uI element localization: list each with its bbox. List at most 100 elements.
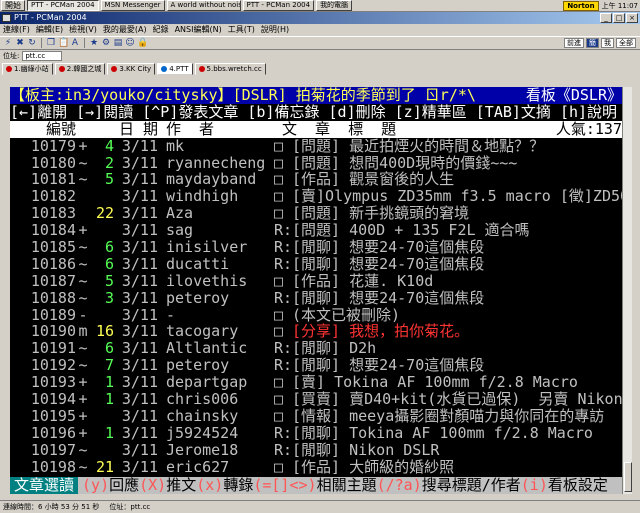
post-date: 3/11 xyxy=(121,458,158,476)
post-type: □ xyxy=(274,407,284,425)
post-row[interactable]: 10189-3/11- □ (本文已被刪除) xyxy=(10,307,622,324)
tab-4-ptt[interactable]: 4.PTT xyxy=(157,63,193,75)
post-mark: ~ xyxy=(78,458,88,476)
menu-connect[interactable]: 連線(F) xyxy=(3,24,30,36)
disconnect-icon[interactable]: ✖ xyxy=(15,38,25,48)
menu-ansi-edit[interactable]: ANSI編輯(N) xyxy=(175,24,222,36)
ime-simplified-button[interactable]: 簡 xyxy=(586,38,599,48)
board-name: 看板《DSLR》 xyxy=(525,87,622,104)
reconnect-icon[interactable]: ↻ xyxy=(27,38,37,48)
post-row[interactable]: 10184 +3/11 sag R: [問題] 400D + 135 F2L 適合嗎 xyxy=(10,222,622,239)
menu-favorites[interactable]: 我的最愛(A) xyxy=(103,24,147,36)
post-row[interactable]: 10192 ~7 3/11 peteroy R: [閒聊] 想要24-70這個焦段 xyxy=(10,357,622,374)
tab-2[interactable]: 2.韓國之城 xyxy=(54,63,106,75)
post-recommend-count: 2 xyxy=(104,154,114,172)
post-date: 3/11 xyxy=(121,289,158,307)
post-number: 10195 xyxy=(30,407,76,425)
tab-5[interactable]: 5.bbs.wretch.cc xyxy=(194,63,266,75)
tab-label: 3.KK City xyxy=(119,65,152,73)
minimize-button[interactable]: _ xyxy=(600,13,612,23)
post-author: chainsky xyxy=(166,407,239,425)
close-button[interactable]: × xyxy=(626,13,638,23)
post-list: 10179 +4 3/11 mk □ [問題] 最近拍煙火的時間＆地點？？ 10180 ~2 3… xyxy=(10,138,622,476)
ime-forward-button[interactable]: 前進 xyxy=(564,38,584,48)
ime-all-button[interactable]: 全部 xyxy=(616,38,636,48)
window-titlebar: PTT - PCMan 2004 _ □ × xyxy=(0,12,640,24)
favorites-icon[interactable]: ★ xyxy=(89,38,99,48)
menu-view[interactable]: 檢視(V) xyxy=(69,24,97,36)
maximize-button[interactable]: □ xyxy=(613,13,625,23)
post-row[interactable]: 10187 ~5 3/11 ilovethis □ [作品] 花蓮. K10d xyxy=(10,273,622,290)
post-mark: ~ xyxy=(78,340,88,358)
tab-3[interactable]: 3.KK City xyxy=(107,63,156,75)
key-search[interactable]: (/?a) xyxy=(377,477,422,494)
key-related[interactable]: (=[]<>) xyxy=(253,477,316,494)
address-input[interactable]: ptt.cc xyxy=(22,51,63,61)
post-row[interactable]: 10181 ~5 3/11 maydayband □ [作品] 觀景窗後的人生 xyxy=(10,171,622,188)
post-row[interactable]: 10180 ~2 3/11 ryannecheng □ [問題] 想問400D現時的價錢~… xyxy=(10,155,622,172)
post-recommend-count xyxy=(90,442,114,459)
copy-icon[interactable]: ❐ xyxy=(46,38,56,48)
post-number: 10198 xyxy=(30,458,76,476)
post-row[interactable]: 10194 +1 3/11 chris006 □ [買賣] 賣D40+kit(水貨已過保)… xyxy=(10,391,622,408)
menu-log[interactable]: 紀錄 xyxy=(153,24,169,36)
post-title: [作品] 花蓮. K10d xyxy=(292,272,434,290)
menu-tools[interactable]: 工具(T) xyxy=(228,24,255,36)
post-recommend-count: 5 xyxy=(104,272,114,290)
norton-badge[interactable]: Norton xyxy=(563,0,599,11)
post-row[interactable]: 10188 ~3 3/11 peteroy R: [閒聊] 想要24-70這個焦段 xyxy=(10,290,622,307)
post-row[interactable]: 10191 ~6 3/11 Altlantic R: [閒聊] D2h xyxy=(10,340,622,357)
app-icon xyxy=(2,14,11,22)
post-title: [閒聊] 想要24-70這個焦段 xyxy=(292,255,485,273)
post-row[interactable]: 10195 +3/11 chainsky □ [情報] meeya攝影圈對顏喵力與你同在… xyxy=(10,408,622,425)
post-recommend-count: 21 xyxy=(95,458,114,476)
font-icon[interactable]: A xyxy=(70,38,80,48)
post-author: chris006 xyxy=(166,391,239,408)
post-number: 10193 xyxy=(30,374,76,392)
paste-icon[interactable]: 📋 xyxy=(58,38,69,48)
post-type: □ xyxy=(274,391,284,408)
key-push[interactable]: (X) xyxy=(139,477,166,494)
post-type: □ xyxy=(274,306,284,324)
post-row[interactable]: 10179 +4 3/11 mk □ [問題] 最近拍煙火的時間＆地點？？ xyxy=(10,138,622,155)
taskbar-item-pcman-2[interactable]: PTT - PCMan 2004 xyxy=(242,0,315,11)
post-row[interactable]: 10185 ~6 3/11 inisilver R: [閒聊] 想要24-70這個焦段 xyxy=(10,239,622,256)
scrollbar-thumb[interactable] xyxy=(624,462,632,492)
post-row[interactable]: 10197 ~3/11 Jerome18 R: [閒聊] Nikon DSLR xyxy=(10,442,622,459)
tab-1[interactable]: 1.幽綠小站 xyxy=(2,63,53,75)
post-number: 10196 xyxy=(30,424,76,442)
taskbar-item-msn[interactable]: MSN Messenger xyxy=(100,0,165,11)
post-row[interactable]: 10193 +1 3/11 departgap □ [賣] Tokina AF 100mm… xyxy=(10,374,622,391)
post-recommend-count: 6 xyxy=(104,255,114,273)
post-type: R: xyxy=(274,340,293,358)
post-row[interactable]: 10183 22 3/11 Aza □ [問題] 新手挑鏡頭的窘境 xyxy=(10,205,622,222)
post-date: 3/11 xyxy=(121,255,158,273)
post-row[interactable]: 10198 ~21 3/11 eric627 □ [作品] 大師級的婚紗照 xyxy=(10,459,622,476)
post-title: [閒聊] Tokina AF 100mm f/2.8 Macro xyxy=(292,424,593,442)
site-icon xyxy=(198,66,205,72)
lock-icon[interactable]: 🔒 xyxy=(137,38,148,48)
start-button[interactable]: 開始 xyxy=(1,0,25,11)
taskbar-item-pcman[interactable]: PTT - PCMan 2004 xyxy=(27,0,99,11)
post-mark: + xyxy=(78,391,88,408)
menu-edit[interactable]: 編輯(E) xyxy=(36,24,63,36)
terminal-scrollbar[interactable] xyxy=(622,87,632,494)
menu-help[interactable]: 說明(H) xyxy=(261,24,289,36)
post-number: 10187 xyxy=(30,272,76,290)
taskbar-item-browser[interactable]: A world without noise... xyxy=(166,0,241,11)
key-reply[interactable]: (y) xyxy=(82,477,109,494)
post-row[interactable]: 10182 3/11 windhigh □ [賣]Olympus ZD35mm f3.5… xyxy=(10,188,622,205)
post-row[interactable]: 10186 ~6 3/11 ducatti R: [閒聊] 想要24-70這個焦段 xyxy=(10,256,622,273)
emoticon-icon[interactable]: ☺ xyxy=(125,38,135,48)
post-row[interactable]: 10190 m 16 3/11 tacogary □ [分享] 我想，拍你菊花。 xyxy=(10,323,622,340)
address-book-icon[interactable]: ▤ xyxy=(113,38,123,48)
post-row[interactable]: 10196 +1 3/11 j5924524 R: [閒聊] Tokina AF 100m… xyxy=(10,425,622,442)
settings-icon[interactable]: ⚙ xyxy=(101,38,111,48)
ime-me-button[interactable]: 我 xyxy=(601,38,614,48)
post-author: j5924524 xyxy=(166,424,239,442)
key-board-settings[interactable]: (i) xyxy=(521,477,548,494)
key-forward[interactable]: (x) xyxy=(196,477,223,494)
terminal-screen[interactable]: 【板主:in3/youko/citysky】 [DSLR] 拍菊花的季節到了 ㄖ… xyxy=(10,87,622,494)
connect-icon[interactable]: ⚡ xyxy=(3,38,13,48)
taskbar-item-my-computer[interactable]: 我的電腦 xyxy=(316,0,353,11)
